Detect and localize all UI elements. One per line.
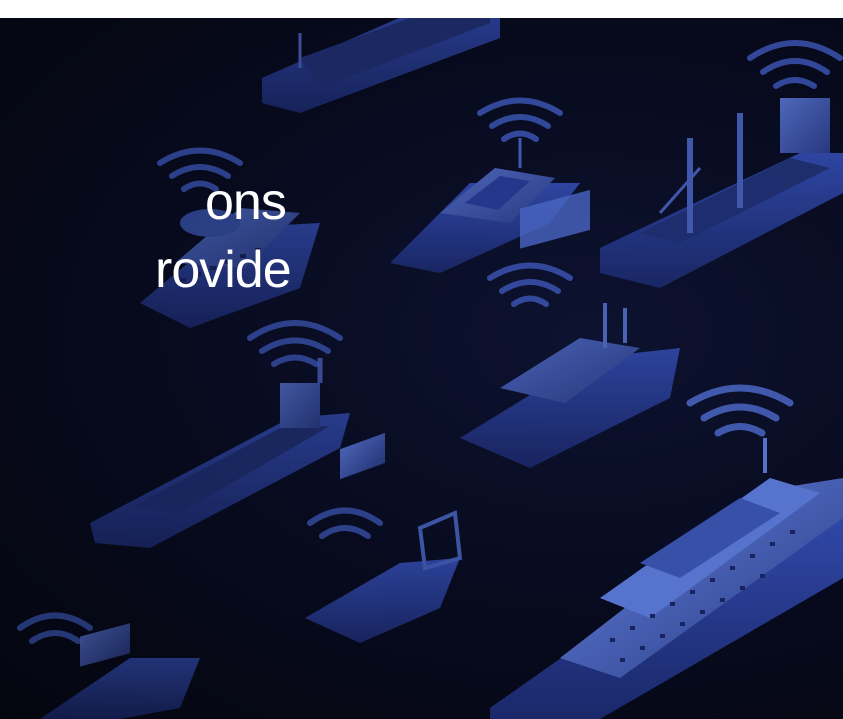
container-ship-top	[262, 18, 500, 113]
wifi-signal-icon	[747, 40, 843, 89]
headline-line-2: rovide	[155, 241, 292, 299]
hero-banner: ons rovide n	[0, 18, 843, 719]
hero-headline: ons rovide n	[0, 168, 300, 372]
wifi-signal-icon	[17, 612, 93, 644]
wifi-signal-icon	[487, 262, 573, 307]
wifi-signal-icon	[686, 384, 794, 437]
patrol-boat-corner	[40, 623, 200, 719]
wifi-signal-icon	[307, 507, 383, 539]
headline-line-1: ons	[205, 173, 287, 231]
cargo-ship-cranes	[600, 98, 843, 288]
cruise-liner-large	[490, 438, 843, 719]
wifi-signal-icon	[477, 97, 563, 142]
tugboat	[305, 432, 463, 643]
headline-line-3: n	[0, 304, 300, 372]
